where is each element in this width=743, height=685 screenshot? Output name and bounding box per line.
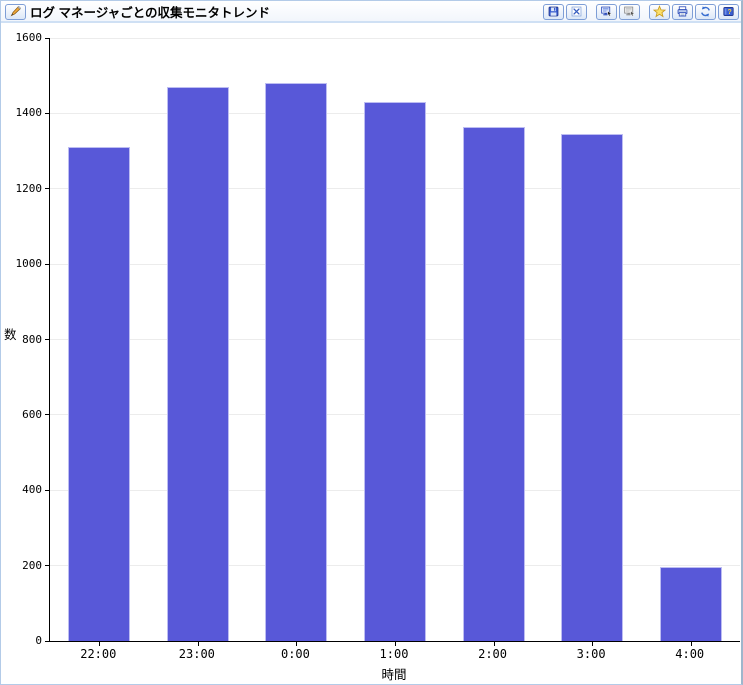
floppy-icon	[547, 5, 560, 18]
x-tick-mark	[197, 642, 199, 646]
y-tick-mark	[45, 414, 49, 416]
monitor-arrow-icon	[600, 5, 613, 18]
y-tick-label: 400	[22, 483, 42, 497]
refresh-button[interactable]	[695, 3, 716, 20]
y-tick-label: 200	[22, 558, 42, 572]
gridline	[50, 37, 740, 39]
y-tick-label: 1000	[15, 257, 43, 271]
save-button[interactable]	[543, 3, 564, 20]
pencil-icon	[9, 5, 22, 18]
y-tick-mark	[45, 339, 49, 340]
show-monitor-button[interactable]	[596, 3, 617, 20]
y-tick-mark	[45, 565, 49, 567]
x-tick-label: 0:00	[280, 647, 310, 661]
y-tick-mark	[45, 640, 49, 642]
bar-2:00	[462, 126, 525, 641]
bar-23:00	[166, 87, 229, 641]
x-tick-label: 2:00	[478, 647, 508, 661]
x-tick-mark	[296, 642, 298, 646]
bar-3:00	[561, 134, 624, 641]
bar-4:00	[659, 567, 722, 641]
toolbar: ?	[541, 3, 739, 20]
trend-chart-window: ログ マネージャごとの収集モニタトレンド ? 数 0 200 400 600 8…	[0, 0, 743, 685]
y-tick-label: 0	[35, 634, 42, 647]
x-labels: 22:00 23:00 0:00 1:00 2:00 3:00 4:00	[49, 647, 739, 662]
title-bar: ログ マネージャごとの収集モニタトレンド ?	[1, 1, 741, 23]
plot-area	[45, 37, 740, 646]
bar-0:00	[265, 83, 328, 641]
y-tick-mark	[45, 112, 49, 114]
close-button[interactable]	[566, 3, 587, 20]
x-tick-label: 22:00	[80, 647, 117, 661]
y-ticks: 0 200 400 600 800 1000 1200 1400 1600	[1, 31, 44, 647]
x-tick-mark	[493, 642, 495, 646]
show-monitor-disabled-button[interactable]	[619, 3, 640, 20]
x-tick-mark	[690, 642, 692, 646]
close-icon	[570, 5, 583, 18]
y-tick-label: 1200	[15, 181, 43, 195]
favorite-button[interactable]	[649, 3, 670, 20]
x-tick-mark	[395, 642, 396, 646]
x-tick-label: 4:00	[675, 647, 705, 661]
x-axis-title: 時間	[381, 668, 407, 682]
edit-button[interactable]	[5, 3, 26, 20]
x-tick-label: 1:00	[379, 647, 409, 661]
y-tick-label: 1600	[15, 31, 43, 44]
svg-text:?: ?	[728, 9, 732, 16]
y-tick-mark	[45, 188, 49, 190]
print-button[interactable]	[672, 3, 693, 20]
x-tick-mark	[99, 642, 101, 646]
x-tick-mark	[592, 642, 594, 646]
help-button[interactable]: ?	[718, 3, 739, 20]
y-tick-mark	[45, 489, 49, 491]
window-title: ログ マネージャごとの収集モニタトレンド	[30, 6, 270, 20]
monitor-arrow-gray-icon	[623, 5, 636, 18]
y-tick-label: 1400	[15, 106, 43, 120]
y-tick-mark	[45, 263, 49, 265]
bar-22:00	[68, 147, 131, 641]
bar-1:00	[364, 102, 426, 641]
refresh-icon	[699, 5, 712, 18]
printer-icon	[676, 5, 689, 18]
star-icon	[653, 5, 666, 18]
x-tick-label: 3:00	[576, 647, 606, 661]
y-tick-mark	[45, 37, 49, 39]
x-tick-label: 23:00	[178, 647, 215, 661]
y-tick-label: 600	[22, 407, 42, 421]
help-book-icon: ?	[722, 5, 735, 18]
y-tick-label: 800	[22, 332, 42, 346]
